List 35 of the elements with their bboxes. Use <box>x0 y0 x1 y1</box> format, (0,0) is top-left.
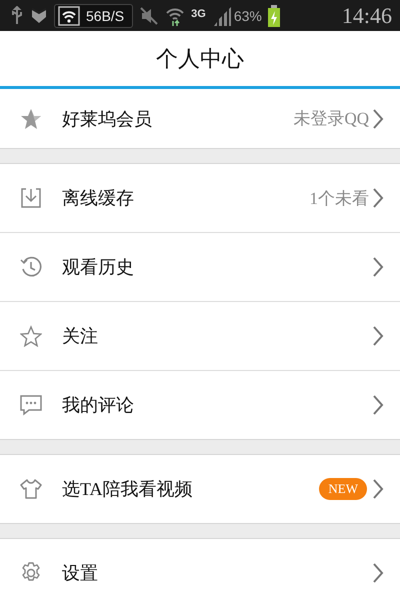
star-icon <box>20 108 42 130</box>
status-text: 1个未看 <box>310 188 369 210</box>
chevron-right-icon <box>372 256 384 278</box>
comment-icon <box>20 394 42 416</box>
chevron-right-icon <box>372 562 384 584</box>
wifi-icon <box>165 6 186 26</box>
wifi-hotspot-icon <box>58 6 80 26</box>
menu-item[interactable]: 离线缓存 1个未看 <box>0 164 400 232</box>
chevron-right-icon <box>372 478 384 500</box>
network-speed: 56B/S <box>86 8 124 24</box>
download-icon <box>20 187 42 209</box>
mute-icon <box>139 6 160 26</box>
chevron-right-icon <box>372 394 384 416</box>
menu-item[interactable]: 关注 <box>0 301 400 370</box>
chevron-right-icon <box>372 325 384 347</box>
status-text: 未登录QQ <box>293 108 369 130</box>
new-badge: NEW <box>319 478 367 500</box>
history-icon <box>20 256 42 278</box>
signal-icon <box>212 6 232 26</box>
menu-item[interactable]: 设置 <box>0 539 400 607</box>
page-title: 个人中心 <box>156 44 244 72</box>
menu-item[interactable]: 我的评论 <box>0 370 400 439</box>
shirt-icon <box>20 478 42 500</box>
usb-icon <box>10 6 24 26</box>
network-type: 3G <box>191 8 206 20</box>
chevron-right-icon <box>372 108 384 130</box>
shield-icon <box>30 6 48 26</box>
star-icon <box>20 325 42 347</box>
menu-item[interactable]: 好莱坞会员 未登录QQ <box>0 89 400 148</box>
menu-item[interactable]: 观看历史 <box>0 232 400 301</box>
chevron-right-icon <box>372 187 384 209</box>
battery-charging-icon <box>268 4 280 26</box>
battery-level: 63% <box>234 8 262 24</box>
menu-item[interactable]: 选TA陪我看视频 NEW <box>0 455 400 523</box>
clock: 14:46 <box>342 2 392 28</box>
